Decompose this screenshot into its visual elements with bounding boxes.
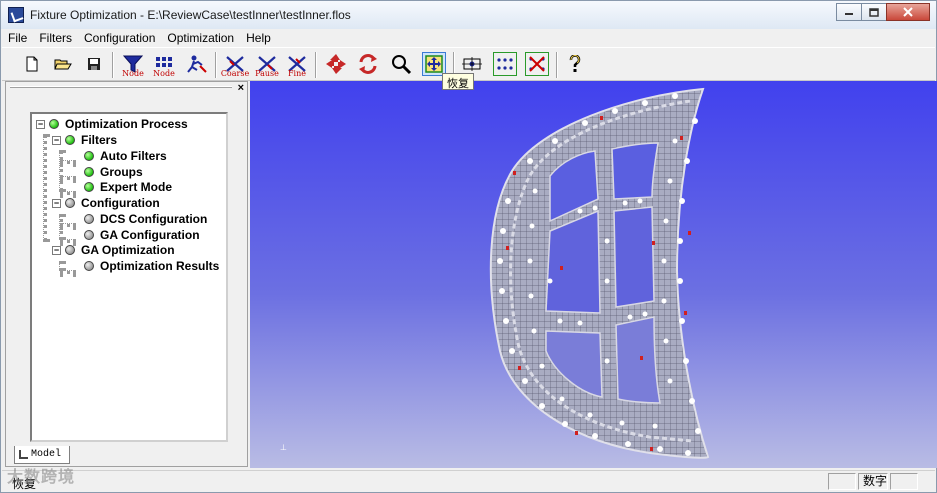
pause-label: Pause — [255, 69, 279, 78]
collapse-icon[interactable]: − — [52, 245, 61, 255]
3d-viewport[interactable]: ⊥ — [250, 81, 937, 468]
close-icon — [903, 7, 913, 17]
close-button[interactable] — [886, 3, 930, 21]
menu-help[interactable]: Help — [246, 31, 271, 45]
tree-node-label: Optimization Results — [100, 259, 220, 273]
status-bar: 恢复 数字 — [2, 470, 935, 492]
status-gray-icon — [84, 214, 94, 224]
tree-node-label: Filters — [81, 133, 118, 147]
clear-selection-button[interactable] — [525, 52, 549, 76]
point-grid-icon — [497, 58, 513, 70]
tree-node-label: Auto Filters — [100, 149, 167, 163]
minimize-icon — [845, 13, 853, 15]
axis-triad-icon: ⊥ — [280, 443, 287, 452]
open-folder-button[interactable] — [51, 52, 75, 76]
process-tree: − Optimization Process − Filters Auto Fi… — [30, 112, 228, 442]
panel-grip[interactable] — [10, 86, 232, 88]
node-grid-button[interactable]: Node — [152, 52, 176, 78]
tree-node-configuration[interactable]: − Configuration — [52, 195, 160, 211]
tab-model[interactable]: Model — [14, 446, 70, 464]
new-file-icon — [26, 56, 38, 72]
tree-node-auto-filters[interactable]: Auto Filters — [84, 148, 167, 164]
tree-node-filters[interactable]: − Filters — [52, 132, 117, 148]
maximize-button[interactable] — [861, 3, 887, 21]
zoom-icon — [392, 55, 412, 75]
tree-node-dcs-configuration[interactable]: DCS Configuration — [84, 211, 207, 227]
save-disk-icon — [88, 58, 100, 70]
status-gray-icon — [84, 230, 94, 240]
status-gray-icon — [84, 261, 94, 271]
app-window: Fixture Optimization - E:\ReviewCase\tes… — [0, 0, 937, 493]
status-num-indicator: 数字 — [858, 473, 888, 490]
axes-icon — [19, 450, 28, 459]
panel-close-button[interactable]: × — [238, 82, 244, 94]
status-cell-empty-2 — [890, 473, 918, 490]
zoom-button[interactable] — [389, 52, 413, 76]
coarse-button[interactable]: Coarse — [220, 52, 250, 78]
point-grid-button[interactable] — [493, 52, 517, 76]
fixture-run-button[interactable] — [185, 52, 209, 76]
menu-configuration[interactable]: Configuration — [84, 31, 155, 45]
fine-button[interactable]: Fine — [285, 52, 309, 78]
tab-model-label: Model — [31, 449, 62, 460]
status-cell-empty — [828, 473, 856, 490]
window-controls — [836, 3, 930, 21]
clear-selection-icon — [529, 56, 545, 72]
help-button[interactable] — [563, 52, 587, 76]
tree-node-label: Groups — [100, 165, 143, 179]
tree-node-label: Expert Mode — [100, 180, 173, 194]
tree-node-expert-mode[interactable]: Expert Mode — [84, 179, 172, 195]
menu-bar: File Filters Configuration Optimization … — [2, 29, 935, 47]
window-title: Fixture Optimization - E:\ReviewCase\tes… — [30, 8, 351, 22]
move-icon — [326, 54, 346, 74]
tree-node-label: Configuration — [81, 196, 160, 210]
minimize-button[interactable] — [836, 3, 862, 21]
fixture-run-icon — [187, 55, 207, 73]
status-green-icon — [84, 182, 94, 192]
coarse-label: Coarse — [220, 69, 250, 78]
watermark-text: 大数跨境 — [7, 469, 76, 486]
center-view-icon — [462, 57, 482, 71]
tree-node-optimization-results[interactable]: Optimization Results — [84, 258, 219, 274]
help-icon — [569, 55, 581, 72]
collapse-icon[interactable]: − — [52, 198, 61, 208]
rotate-icon — [359, 54, 377, 74]
tree-node-label: GA Configuration — [100, 228, 200, 242]
tree-node-label: DCS Configuration — [100, 212, 208, 226]
status-gray-icon — [65, 198, 75, 208]
status-green-icon — [84, 167, 94, 177]
status-green-icon — [84, 151, 94, 161]
node-grid-label: Node — [153, 69, 175, 78]
tree-node-label: Optimization Process — [65, 117, 188, 131]
pause-button[interactable]: Pause — [255, 52, 279, 78]
move-button[interactable] — [324, 52, 348, 76]
open-folder-icon — [54, 59, 72, 70]
maximize-icon — [869, 7, 879, 17]
status-gray-icon — [65, 245, 75, 255]
rotate-button[interactable] — [356, 52, 380, 76]
new-file-button[interactable] — [20, 52, 44, 76]
model-panel: × − Optimization Process − Filters Auto … — [5, 81, 248, 467]
menu-file[interactable]: File — [8, 31, 27, 45]
collapse-icon[interactable]: − — [36, 119, 45, 129]
menu-filters[interactable]: Filters — [39, 31, 72, 45]
save-button[interactable] — [82, 52, 106, 76]
tree-node-groups[interactable]: Groups — [84, 164, 143, 180]
tooltip: 恢复 — [442, 73, 474, 90]
status-green-icon — [49, 119, 59, 129]
fine-label: Fine — [288, 69, 306, 78]
app-logo-icon — [8, 7, 24, 23]
fit-view-icon — [425, 55, 443, 73]
node-filter-label: Node — [122, 69, 144, 78]
tree-node-ga-configuration[interactable]: GA Configuration — [84, 227, 200, 243]
tree-node-label: GA Optimization — [81, 243, 175, 257]
collapse-icon[interactable]: − — [52, 135, 61, 145]
menu-optimization[interactable]: Optimization — [167, 31, 234, 45]
mesh-model-view[interactable] — [250, 81, 937, 468]
tree-node-ga-optimization[interactable]: − GA Optimization — [52, 242, 175, 258]
title-bar: Fixture Optimization - E:\ReviewCase\tes… — [1, 1, 936, 29]
status-green-icon — [65, 135, 75, 145]
tree-node-optimization-process[interactable]: − Optimization Process — [36, 116, 188, 132]
node-filter-button[interactable]: Node — [121, 52, 145, 78]
